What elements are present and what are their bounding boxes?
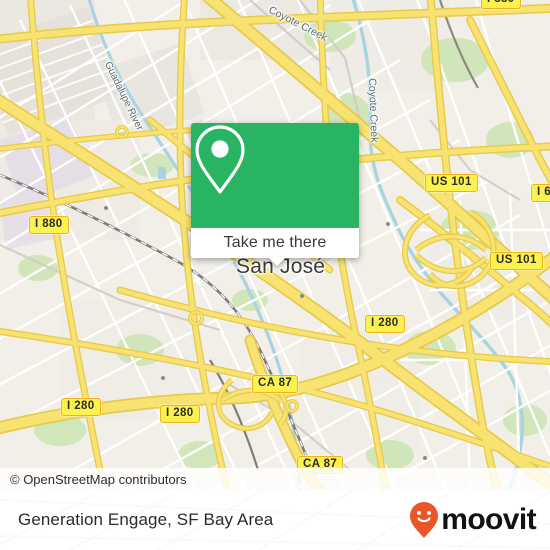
- shield-i880-top[interactable]: I 880: [481, 0, 521, 9]
- shield-i280-right[interactable]: I 280: [365, 315, 405, 333]
- popup-header: [191, 123, 359, 228]
- shield-us101-lower[interactable]: US 101: [490, 252, 543, 270]
- moovit-wordmark: moovit: [441, 503, 536, 536]
- shield-i680-right[interactable]: I 6: [531, 184, 550, 202]
- popup-pointer: [268, 257, 286, 266]
- place-popup-card[interactable]: Take me there: [191, 123, 359, 258]
- shield-us101-upper[interactable]: US 101: [425, 174, 478, 192]
- map-pin-icon: [195, 125, 245, 194]
- shield-ca87-upper[interactable]: CA 87: [252, 375, 299, 393]
- shield-i280-lower-left[interactable]: I 280: [61, 398, 101, 416]
- attribution-text: © OpenStreetMap contributors: [10, 471, 187, 487]
- map-attribution: © OpenStreetMap contributors: [0, 468, 550, 490]
- moovit-logo[interactable]: moovit: [409, 501, 537, 539]
- take-me-there-button[interactable]: Take me there: [191, 228, 359, 258]
- footer-bar: Generation Engage, SF Bay Area moovit: [0, 490, 550, 550]
- place-title: Generation Engage, SF Bay Area: [18, 510, 274, 529]
- shield-i880-left[interactable]: I 880: [29, 216, 69, 234]
- map-screenshot: San José Coyote Creek Coyote Creek Guada…: [0, 0, 550, 550]
- moovit-pin-smiley-icon: [410, 502, 439, 538]
- map-canvas[interactable]: San José Coyote Creek Coyote Creek Guada…: [0, 0, 550, 490]
- shield-i280-lower-mid[interactable]: I 280: [160, 405, 200, 423]
